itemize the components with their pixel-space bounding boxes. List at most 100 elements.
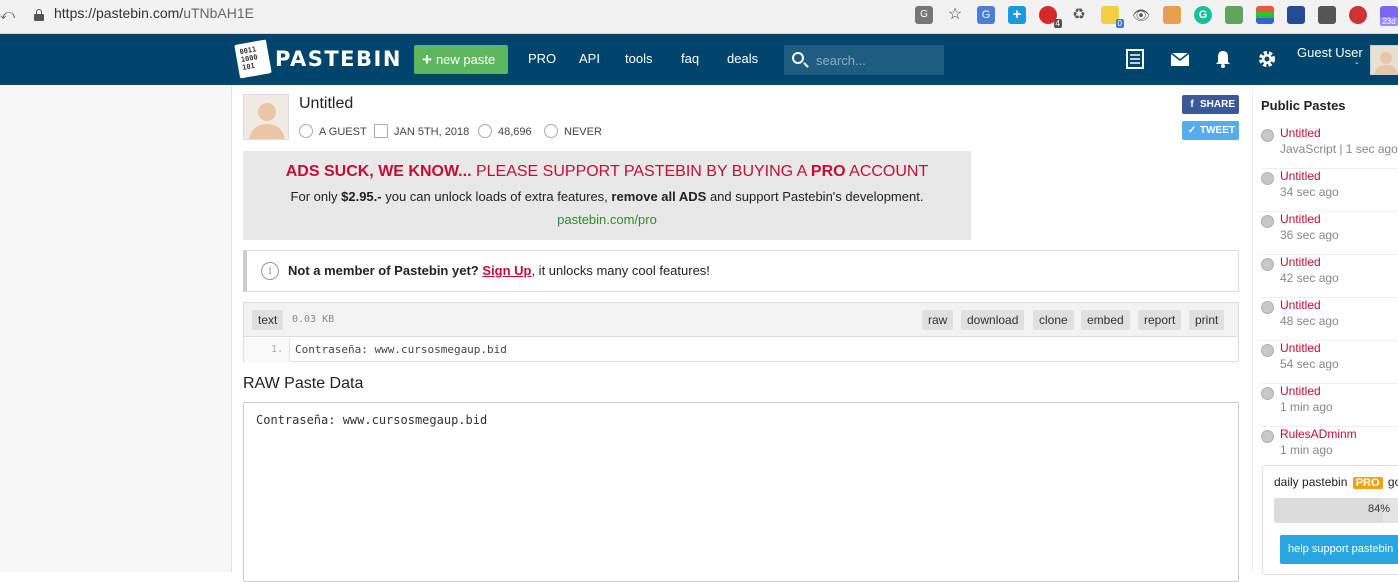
goal-title: daily pastebin PRO goal <box>1274 475 1398 489</box>
raw-button[interactable]: raw <box>922 310 954 330</box>
brand-name[interactable]: PASTEBIN <box>275 47 402 71</box>
goal-prefix: daily pastebin <box>1274 475 1351 489</box>
paste-link[interactable]: Untitled <box>1280 255 1321 269</box>
gear-icon[interactable] <box>1257 49 1277 69</box>
tweet-label: TWEET <box>1200 125 1235 136</box>
badge-days: 23d <box>1380 17 1398 26</box>
public-paste-item[interactable]: Untitled 54 sec ago <box>1261 341 1398 384</box>
nav-deals[interactable]: deals <box>727 51 758 66</box>
nav-tools[interactable]: tools <box>625 51 652 66</box>
bookmark-extension-icon[interactable] <box>1287 6 1305 24</box>
notice-text: Not a member of Pastebin yet? Sign Up, i… <box>288 263 710 278</box>
right-column-divider <box>1252 85 1253 572</box>
eye-extension-icon[interactable]: 👁 <box>1132 6 1150 24</box>
goal-progress-fill <box>1274 498 1384 523</box>
code-toolbar: text 0.03 KB raw download clone embed re… <box>244 303 1238 337</box>
new-paste-button[interactable]: + new paste <box>414 45 508 74</box>
block-extension-icon[interactable] <box>1349 6 1367 24</box>
download-button[interactable]: download <box>961 310 1025 330</box>
globe-icon <box>1261 301 1274 314</box>
bell-icon[interactable] <box>1213 49 1233 69</box>
grammarly-icon[interactable]: G <box>1194 6 1212 24</box>
url-path: uTNbAH1E <box>183 5 254 21</box>
public-paste-item[interactable]: RulesADminm 1 min ago <box>1261 427 1398 470</box>
twitter-tweet-button[interactable]: ✓ TWEET <box>1182 121 1239 140</box>
search-box <box>784 45 944 75</box>
address-bar[interactable]: https://pastebin.com/uTNbAH1E <box>54 5 254 21</box>
recycle-icon[interactable]: ♻ <box>1070 6 1088 24</box>
goal-progress-bar: 84% <box>1274 498 1398 523</box>
bookmark-star-icon[interactable]: ☆ <box>946 6 964 24</box>
search-icon[interactable] <box>792 52 804 64</box>
notes-extension-icon[interactable]: 0 <box>1101 6 1124 28</box>
public-paste-item[interactable]: Untitled 36 sec ago <box>1261 212 1398 255</box>
paste-link[interactable]: Untitled <box>1280 298 1321 312</box>
user-menu-arrow[interactable]: - <box>1355 58 1359 69</box>
pastebin-logo[interactable]: 0011 1000 101 <box>234 39 272 79</box>
syntax-button[interactable]: text <box>252 310 284 330</box>
raw-paste-textarea[interactable] <box>243 402 1239 582</box>
public-paste-item[interactable]: Untitled JavaScript | 1 sec ago <box>1261 126 1398 169</box>
globe-icon <box>1261 129 1274 142</box>
paste-author-avatar <box>243 94 289 140</box>
google-translate-icon[interactable]: G <box>977 6 995 24</box>
embed-button[interactable]: embed <box>1081 310 1130 330</box>
face-extension-icon[interactable] <box>1163 6 1181 24</box>
translate-icon[interactable]: G <box>915 6 933 24</box>
paste-link[interactable]: Untitled <box>1280 169 1321 183</box>
user-icon <box>299 124 313 138</box>
left-sidebar <box>0 85 232 572</box>
reload-icon[interactable]: ⤺ <box>0 7 15 23</box>
paste-time: 34 sec ago <box>1280 185 1339 199</box>
paste-time: 1 min ago <box>1280 400 1333 414</box>
public-paste-item[interactable]: Untitled 42 sec ago <box>1261 255 1398 298</box>
nav-faq[interactable]: faq <box>681 51 699 66</box>
nav-api[interactable]: API <box>579 51 600 66</box>
user-avatar[interactable] <box>1370 45 1398 75</box>
logo-binary: 0011 1000 101 <box>234 39 272 79</box>
signup-notice: i Not a member of Pastebin yet? Sign Up,… <box>243 250 1239 292</box>
paste-link[interactable]: Untitled <box>1280 126 1321 140</box>
pocket-extension-icon[interactable] <box>1318 6 1336 24</box>
search-input[interactable] <box>816 51 936 69</box>
list-icon[interactable] <box>1125 49 1145 69</box>
mail-extension-icon[interactable] <box>1225 6 1243 24</box>
paste-size: 0.03 KB <box>292 314 335 325</box>
ad-headline: ADS SUCK, WE KNOW... PLEASE SUPPORT PAST… <box>243 163 971 181</box>
raw-paste-heading: RAW Paste Data <box>243 375 364 392</box>
help-support-button[interactable]: help support pastebin <box>1280 535 1398 564</box>
report-button[interactable]: report <box>1138 310 1182 330</box>
calendar-extension-icon[interactable]: 23d <box>1380 6 1398 26</box>
guest-user-label[interactable]: Guest User <box>1297 45 1363 60</box>
goal-suffix: goal <box>1387 475 1398 489</box>
red-extension-icon[interactable]: 4 <box>1039 6 1062 28</box>
paste-link[interactable]: Untitled <box>1280 212 1321 226</box>
facebook-share-button[interactable]: f SHARE <box>1182 95 1239 114</box>
author-label: A GUEST <box>319 126 367 138</box>
paste-link[interactable]: RulesADminm <box>1280 427 1357 441</box>
signup-link[interactable]: Sign Up <box>482 263 531 278</box>
public-paste-item[interactable]: Untitled 48 sec ago <box>1261 298 1398 341</box>
plus-icon: + <box>422 50 432 69</box>
public-paste-item[interactable]: Untitled 1 min ago <box>1261 384 1398 427</box>
info-icon: i <box>261 262 279 280</box>
ad-remove: remove all ADS <box>611 189 707 204</box>
ad-end: ACCOUNT <box>845 163 929 180</box>
plus-extension-icon[interactable]: + <box>1008 6 1026 24</box>
pro-badge: PRO <box>1352 477 1383 489</box>
nav-pro[interactable]: PRO <box>528 51 556 66</box>
line-number: 1. <box>244 338 290 362</box>
paste-link[interactable]: Untitled <box>1280 384 1321 398</box>
pro-link[interactable]: pastebin.com/pro <box>243 212 971 227</box>
notice-rest: , it unlocks many cool features! <box>531 263 710 278</box>
print-button[interactable]: print <box>1189 310 1225 330</box>
ad-description: For only $2.95.- you can unlock loads of… <box>243 189 971 204</box>
color-extension-icon[interactable] <box>1256 6 1274 24</box>
clone-button[interactable]: clone <box>1033 310 1074 330</box>
mail-icon[interactable] <box>1170 49 1190 69</box>
ad-price: $2.95.- <box>341 189 382 204</box>
public-paste-item[interactable]: Untitled 34 sec ago <box>1261 169 1398 212</box>
code-line-text[interactable]: Contraseña: www.cursosmegaup.bid <box>295 338 507 362</box>
lock-icon[interactable] <box>34 9 44 21</box>
paste-link[interactable]: Untitled <box>1280 341 1321 355</box>
